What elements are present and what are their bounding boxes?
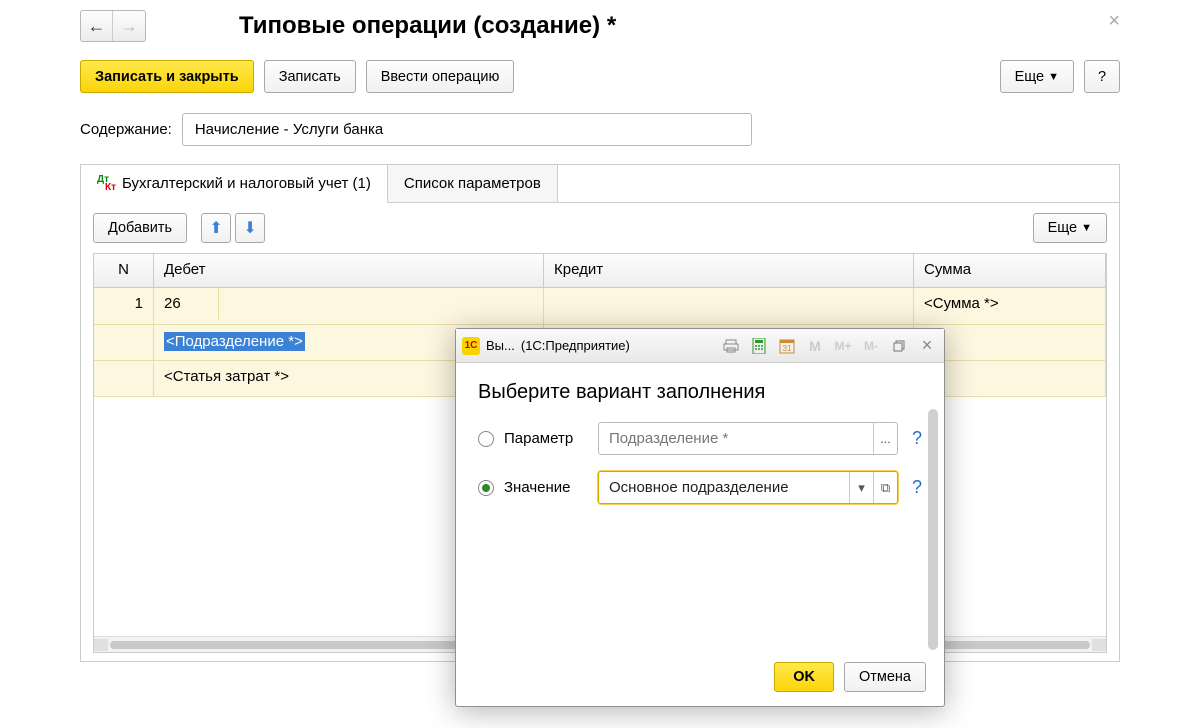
cell-n[interactable]: 1 (94, 288, 154, 324)
radio-parameter[interactable] (478, 431, 494, 447)
dialog-ok-button[interactable]: OK (774, 662, 834, 692)
onec-logo-icon: 1C (462, 337, 480, 355)
cell-debit-account[interactable]: 26 (154, 288, 219, 319)
value-help-icon[interactable]: ? (912, 477, 922, 498)
nav-buttons: ← → (80, 10, 146, 42)
value-field-dropdown-button[interactable]: ▾ (849, 472, 873, 503)
memory-m-button[interactable]: M (804, 336, 826, 356)
dialog-title-short: Вы... (486, 338, 515, 353)
page-title: Типовые операции (создание) * (239, 12, 616, 40)
dialog-cancel-button[interactable]: Отмена (844, 662, 926, 692)
enter-operation-button[interactable]: Ввести операцию (366, 60, 515, 93)
tab-accounting-label: Бухгалтерский и налоговый учет (1) (122, 175, 371, 192)
cell-sum[interactable]: <Сумма *> (914, 288, 1106, 324)
content-label: Содержание: (80, 121, 172, 138)
parameter-field[interactable]: Подразделение * ... (598, 422, 898, 455)
value-field[interactable]: Основное подразделение ▾ ⧉ (598, 471, 898, 504)
radio-parameter-label: Параметр (504, 430, 588, 447)
add-row-button[interactable]: Добавить (93, 213, 187, 243)
col-debit[interactable]: Дебет (154, 254, 544, 287)
dialog-titlebar[interactable]: 1C Вы... (1С:Предприятие) 31 M M+ M- × (456, 329, 944, 363)
nav-back-button[interactable]: ← (81, 11, 113, 41)
window-close-icon[interactable]: × (1108, 10, 1120, 33)
print-icon[interactable] (720, 336, 742, 356)
arrow-down-icon: ⬇ (243, 218, 256, 238)
move-up-button[interactable]: ⬆ (201, 213, 231, 243)
calendar-icon[interactable]: 31 (776, 336, 798, 356)
value-field-value: Основное подразделение (599, 472, 849, 503)
content-input[interactable] (182, 113, 752, 146)
chevron-down-icon: ▼ (1081, 222, 1092, 234)
radio-value-label: Значение (504, 479, 588, 496)
fill-variant-dialog: 1C Вы... (1С:Предприятие) 31 M M+ M- × В… (455, 328, 945, 707)
tab-parameters[interactable]: Список параметров (388, 165, 558, 203)
dtkt-icon: ДтКт (97, 176, 116, 192)
dialog-vertical-scrollbar[interactable] (926, 409, 940, 650)
value-field-open-button[interactable]: ⧉ (873, 472, 897, 503)
radio-value[interactable] (478, 480, 494, 496)
save-and-close-button[interactable]: Записать и закрыть (80, 60, 254, 93)
table-more-button[interactable]: Еще▼ (1033, 213, 1107, 243)
dialog-restore-icon[interactable] (888, 336, 910, 356)
cell-debit-sub1[interactable]: <Подразделение *> (164, 332, 305, 351)
nav-forward-button: → (113, 11, 145, 41)
memory-mminus-button[interactable]: M- (860, 336, 882, 356)
col-sum[interactable]: Сумма (914, 254, 1106, 287)
calculator-icon[interactable] (748, 336, 770, 356)
svg-text:31: 31 (783, 344, 792, 353)
help-button[interactable]: ? (1084, 60, 1120, 93)
arrow-up-icon: ⬆ (209, 218, 222, 238)
dialog-heading: Выберите вариант заполнения (478, 381, 922, 404)
memory-mplus-button[interactable]: M+ (832, 336, 854, 356)
cell-credit-account[interactable] (544, 288, 914, 324)
col-n[interactable]: N (94, 254, 154, 287)
dialog-title-app: (1С:Предприятие) (521, 338, 630, 353)
save-button[interactable]: Записать (264, 60, 356, 93)
tab-accounting[interactable]: ДтКт Бухгалтерский и налоговый учет (1) (81, 165, 388, 203)
parameter-field-more-button[interactable]: ... (873, 423, 897, 454)
parameter-field-value: Подразделение * (599, 423, 873, 454)
dialog-close-icon[interactable]: × (916, 336, 938, 356)
more-button[interactable]: Еще▼ (1000, 60, 1074, 93)
col-credit[interactable]: Кредит (544, 254, 914, 287)
table-header: N Дебет Кредит Сумма (94, 254, 1106, 288)
move-down-button[interactable]: ⬇ (235, 213, 265, 243)
chevron-down-icon: ▼ (1048, 71, 1059, 83)
parameter-help-icon[interactable]: ? (912, 428, 922, 449)
content-input-field[interactable] (193, 114, 741, 145)
